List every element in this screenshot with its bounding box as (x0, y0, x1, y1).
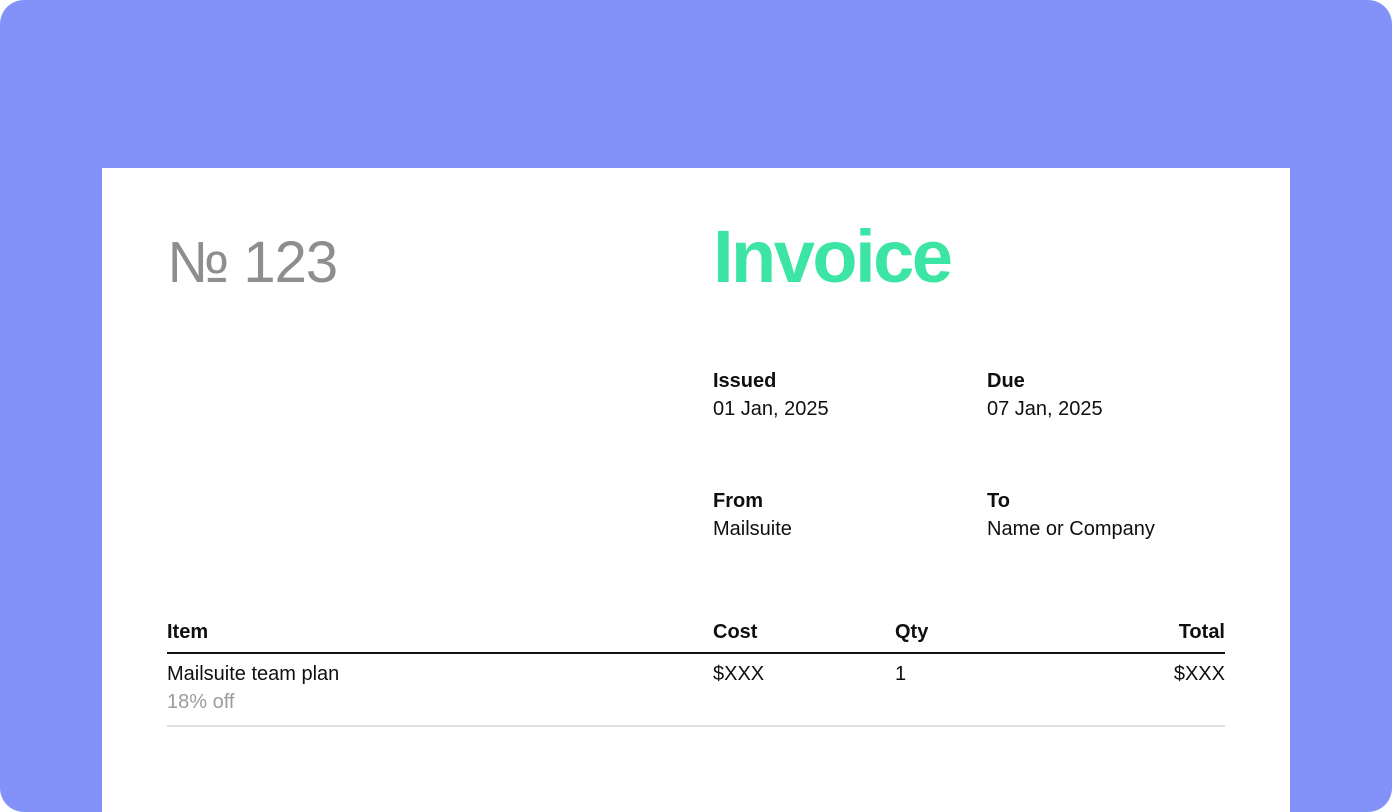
line-items-table: Item Cost Qty Total Mailsuite team plan … (167, 618, 1225, 727)
issued-group: Issued 01 Jan, 2025 (713, 367, 987, 423)
item-name: Mailsuite team plan (167, 660, 713, 688)
item-cell: Mailsuite team plan 18% off (167, 660, 713, 716)
item-discount-note: 18% off (167, 688, 713, 716)
to-label: To (987, 487, 1261, 515)
due-group: Due 07 Jan, 2025 (987, 367, 1261, 423)
due-date: 07 Jan, 2025 (987, 395, 1261, 423)
column-header-qty: Qty (895, 618, 1179, 646)
to-name: Name or Company (987, 515, 1261, 543)
qty-cell: 1 (895, 660, 1174, 716)
to-group: To Name or Company (987, 487, 1261, 543)
issued-label: Issued (713, 367, 987, 395)
invoice-parties-row: From Mailsuite To Name or Company (713, 487, 1273, 543)
invoice-title: Invoice (713, 216, 951, 297)
column-header-total: Total (1179, 618, 1225, 646)
column-header-item: Item (167, 618, 713, 646)
from-name: Mailsuite (713, 515, 987, 543)
table-header-row: Item Cost Qty Total (167, 618, 1225, 654)
from-label: From (713, 487, 987, 515)
cost-cell: $XXX (713, 660, 895, 716)
column-header-cost: Cost (713, 618, 895, 646)
table-row: Mailsuite team plan 18% off $XXX 1 $XXX (167, 654, 1225, 727)
due-label: Due (987, 367, 1261, 395)
invoice-number: № 123 (167, 231, 337, 295)
from-group: From Mailsuite (713, 487, 987, 543)
total-cell: $XXX (1174, 660, 1225, 716)
issued-date: 01 Jan, 2025 (713, 395, 987, 423)
invoice-card: № 123 Invoice Issued 01 Jan, 2025 Due 07… (102, 168, 1290, 812)
invoice-dates-row: Issued 01 Jan, 2025 Due 07 Jan, 2025 (713, 367, 1273, 423)
